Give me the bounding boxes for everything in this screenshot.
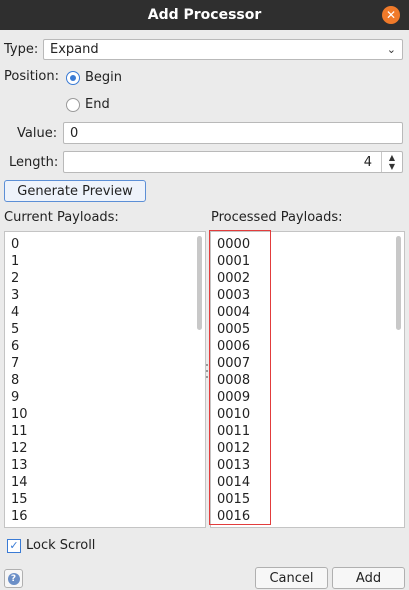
add-button[interactable]: Add [332,567,405,589]
current-payload-item[interactable]: 14 [5,474,205,491]
radio-begin-label: Begin [85,70,123,85]
type-value: Expand [50,42,99,57]
current-payload-item[interactable]: 0 [5,236,205,253]
splitter-handle[interactable] [206,364,208,378]
current-payload-item[interactable]: 1 [5,253,205,270]
current-payload-item[interactable]: 2 [5,270,205,287]
position-label: Position: [4,69,59,84]
current-payload-item[interactable]: 13 [5,457,205,474]
help-button[interactable]: ? [4,569,23,588]
length-value: 4 [363,155,372,170]
lock-scroll-checkbox[interactable]: ✓ Lock Scroll [7,538,95,553]
generate-preview-button[interactable]: Generate Preview [4,180,146,202]
radio-begin-indicator[interactable] [66,70,80,85]
current-scrollbar-thumb[interactable] [197,236,202,330]
value-label: Value: [17,126,58,141]
length-spinner[interactable]: 4 ▲ ▼ [63,151,403,173]
current-payload-item[interactable]: 15 [5,491,205,508]
type-select[interactable]: Expand ⌄ [43,39,403,60]
current-payload-item[interactable]: 9 [5,389,205,406]
radio-end-label: End [85,97,110,112]
current-payload-item[interactable]: 7 [5,355,205,372]
processed-scrollbar-thumb[interactable] [396,236,401,330]
current-payload-item[interactable]: 3 [5,287,205,304]
current-payloads-list[interactable]: 0 1 2 3 4 5 6 7 8 9 10 11 12 13 14 15 16 [4,231,206,528]
checkbox-indicator[interactable]: ✓ [7,538,21,553]
type-label: Type: [4,42,39,57]
help-icon: ? [7,572,20,585]
close-icon[interactable]: ✕ [382,6,400,24]
current-payload-item[interactable]: 12 [5,440,205,457]
lock-scroll-label: Lock Scroll [26,538,96,553]
current-payload-item[interactable]: 4 [5,304,205,321]
radio-begin[interactable]: Begin [66,70,122,85]
value-input-text: 0 [70,125,79,141]
current-payload-item[interactable]: 5 [5,321,205,338]
current-payload-item[interactable]: 8 [5,372,205,389]
radio-end-indicator[interactable] [66,97,80,112]
chevron-down-icon: ⌄ [386,43,396,56]
current-payload-item[interactable]: 6 [5,338,205,355]
highlight-box [209,230,271,525]
value-input[interactable]: 0 [63,122,403,144]
chevron-up-icon[interactable]: ▲ [389,153,395,162]
title-bar: Add Processor ✕ [0,0,409,30]
chevron-down-icon[interactable]: ▼ [389,162,395,171]
current-payload-item[interactable]: 16 [5,508,205,525]
radio-end[interactable]: End [66,97,110,112]
current-payload-item[interactable]: 11 [5,423,205,440]
window-title: Add Processor [147,7,262,23]
length-label: Length: [9,155,59,170]
current-payload-item[interactable]: 10 [5,406,205,423]
spinner-buttons[interactable]: ▲ ▼ [381,152,402,172]
cancel-button[interactable]: Cancel [255,567,328,589]
processed-payloads-label: Processed Payloads: [211,210,343,225]
current-payloads-label: Current Payloads: [4,210,119,225]
